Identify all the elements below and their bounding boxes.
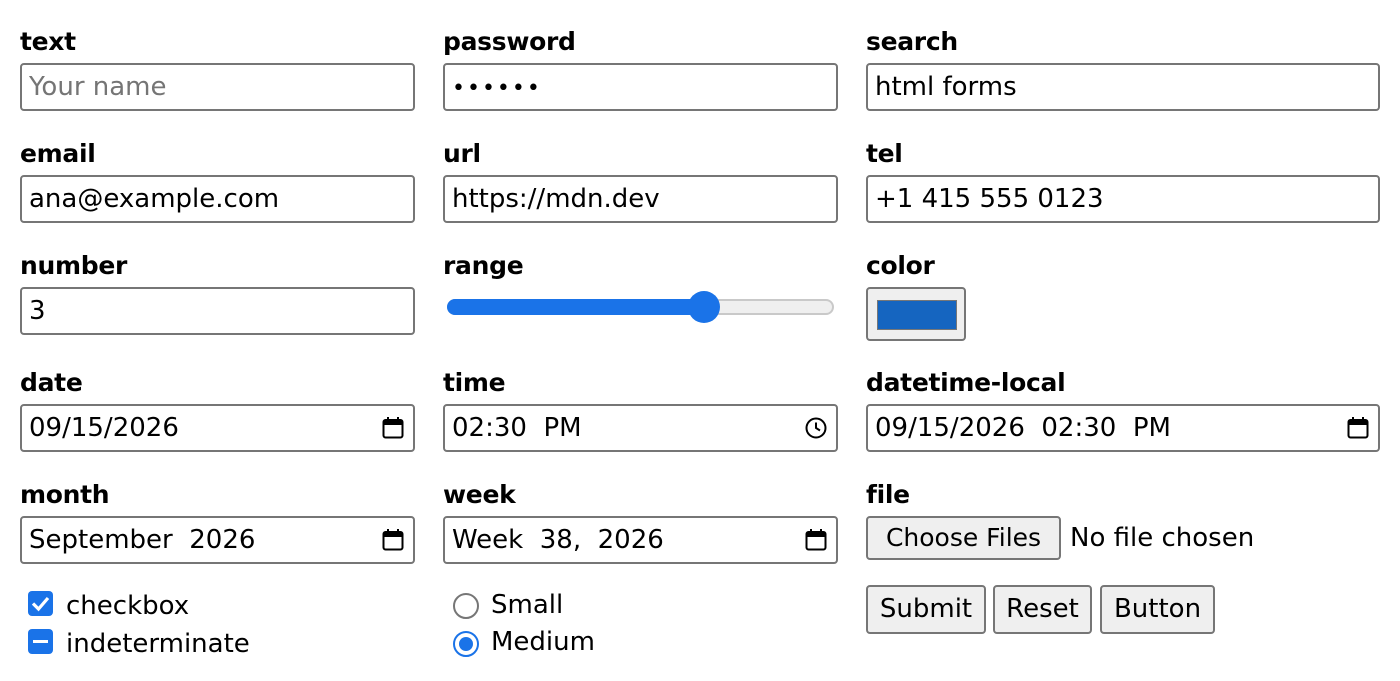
email-value: ana@example.com (29, 184, 280, 214)
date-label: date (20, 368, 83, 397)
calendar-icon[interactable] (1347, 417, 1369, 439)
datetime-local-label: datetime-local (866, 368, 1066, 397)
radio-small[interactable] (453, 593, 479, 619)
search-input[interactable]: html forms (866, 63, 1380, 111)
password-label: password (443, 27, 576, 56)
checkbox-checked[interactable] (28, 591, 53, 616)
time-label: time (443, 368, 506, 397)
checkbox-label: checkbox (66, 591, 190, 621)
clock-icon[interactable] (805, 417, 827, 439)
range-thumb[interactable] (688, 291, 721, 323)
range-label: range (443, 251, 524, 280)
tel-input[interactable]: +1 415 555 0123 (866, 175, 1380, 223)
week-input[interactable]: Week 38, 2026 (443, 516, 838, 564)
check-icon (31, 596, 50, 612)
text-input-placeholder: Your name (29, 72, 167, 102)
week-label: week (443, 480, 516, 509)
month-input[interactable]: September 2026 (20, 516, 415, 564)
week-value: Week 38, 2026 (452, 525, 664, 555)
password-input[interactable]: •••••• (443, 63, 838, 111)
month-value: September 2026 (29, 525, 256, 555)
time-value: 02:30 PM (452, 413, 582, 443)
time-input[interactable]: 02:30 PM (443, 404, 838, 452)
datetime-local-input[interactable]: 09/15/2026 02:30 PM (866, 404, 1380, 452)
number-value: 3 (29, 296, 46, 326)
text-label: text (20, 27, 76, 56)
color-label: color (866, 251, 935, 280)
search-value: html forms (875, 72, 1017, 102)
file-status: No file chosen (1070, 523, 1255, 553)
search-label: search (866, 27, 958, 56)
color-swatch (877, 300, 957, 330)
email-input[interactable]: ana@example.com (20, 175, 415, 223)
radio-medium-label: Medium (491, 627, 595, 657)
generic-button[interactable]: Button (1100, 585, 1215, 634)
text-input[interactable]: Your name (20, 63, 415, 111)
url-value: https://mdn.dev (452, 184, 660, 214)
email-label: email (20, 139, 96, 168)
tel-value: +1 415 555 0123 (875, 184, 1104, 214)
choose-files-button[interactable]: Choose Files (866, 516, 1061, 560)
submit-button[interactable]: Submit (866, 585, 986, 634)
range-fill (447, 299, 705, 315)
minus-icon (33, 640, 48, 643)
color-picker[interactable] (866, 287, 966, 341)
calendar-icon[interactable] (382, 417, 404, 439)
file-label: file (866, 480, 910, 509)
date-input[interactable]: 09/15/2026 (20, 404, 415, 452)
range-slider[interactable] (447, 291, 834, 323)
number-label: number (20, 251, 128, 280)
tel-label: tel (866, 139, 903, 168)
reset-button[interactable]: Reset (993, 585, 1092, 634)
month-label: month (20, 480, 110, 509)
checkbox-indeterminate[interactable] (28, 629, 53, 654)
calendar-icon[interactable] (805, 529, 827, 551)
datetime-local-value: 09/15/2026 02:30 PM (875, 413, 1171, 443)
url-input[interactable]: https://mdn.dev (443, 175, 838, 223)
password-value: •••••• (452, 76, 542, 101)
radio-small-label: Small (491, 590, 564, 620)
url-label: url (443, 139, 481, 168)
radio-medium[interactable] (453, 631, 479, 657)
date-value: 09/15/2026 (29, 413, 179, 443)
indeterminate-label: indeterminate (66, 629, 250, 659)
number-input[interactable]: 3 (20, 287, 415, 335)
calendar-icon[interactable] (382, 529, 404, 551)
